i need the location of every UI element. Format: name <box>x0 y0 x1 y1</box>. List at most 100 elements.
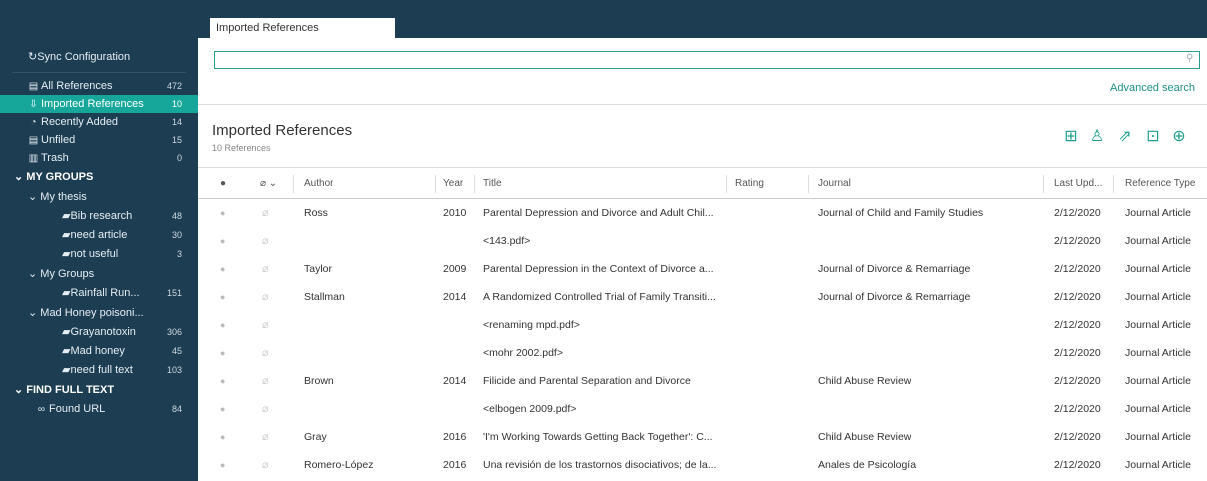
references-table: ● ⌀ ⌄ Author Year Title Rating Journal L… <box>198 169 1207 481</box>
title-cell: <mohr 2002.pdf> <box>483 347 563 359</box>
read-status-icon[interactable]: ● <box>220 339 225 367</box>
table-row[interactable]: ● ⌀ Stallman 2014 A Randomized Controlle… <box>198 283 1207 311</box>
journal-cell: Journal of Divorce & Remarriage <box>818 263 971 275</box>
title-cell: Parental Depression in the Context of Di… <box>483 263 714 275</box>
updated-cell: 2/12/2020 <box>1054 291 1101 303</box>
type-cell: Journal Article <box>1125 459 1191 471</box>
title-cell: 'I'm Working Towards Getting Back Togeth… <box>483 431 713 443</box>
table-row[interactable]: ● ⌀ Gray 2016 'I'm Working Towards Getti… <box>198 423 1207 451</box>
subgroup-mad-honey[interactable]: ▰Mad honey 45 <box>0 342 198 361</box>
title-header[interactable]: Title <box>483 169 502 199</box>
journal-cell: Child Abuse Review <box>818 431 912 443</box>
attachment-header-icon[interactable]: ⌀ ⌄ <box>260 169 277 199</box>
journal-header[interactable]: Journal <box>818 169 851 199</box>
read-status-icon[interactable]: ● <box>220 395 225 423</box>
file-icon: ▤ <box>28 81 39 92</box>
subgroup-grayanotoxin[interactable]: ▰Grayanotoxin 306 <box>0 323 198 342</box>
type-cell: Journal Article <box>1125 347 1191 359</box>
read-status-icon[interactable]: ● <box>220 423 225 451</box>
title-cell: <renaming mpd.pdf> <box>483 319 580 331</box>
reference-type-header[interactable]: Reference Type <box>1125 169 1195 199</box>
library-title: Imported References <box>212 122 353 139</box>
subgroup-need-full-text[interactable]: ▰need full text 103 <box>0 361 198 380</box>
attachment-icon: ⌀ <box>262 207 269 219</box>
search-icon[interactable]: ⚲ <box>1186 53 1193 64</box>
column-separator <box>474 175 475 193</box>
sidebar-item-recently-added[interactable]: ◔ Recently Added 14 <box>0 113 198 131</box>
table-row[interactable]: ● ⌀ <143.pdf> 2/12/2020 Journal Article <box>198 227 1207 255</box>
sidebar-item-trash[interactable]: ▥ Trash 0 <box>0 149 198 167</box>
table-row[interactable]: ● ⌀ <renaming mpd.pdf> 2/12/2020 Journal… <box>198 311 1207 339</box>
sidebar-item-found-url[interactable]: ∞ Found URL 84 <box>0 400 198 418</box>
search-input[interactable] <box>214 51 1200 69</box>
sidebar-item-unfiled[interactable]: ▤ Unfiled 15 <box>0 131 198 149</box>
updated-cell: 2/12/2020 <box>1054 319 1101 331</box>
type-cell: Journal Article <box>1125 235 1191 247</box>
table-row[interactable]: ● ⌀ Brown 2014 Filicide and Parental Sep… <box>198 367 1207 395</box>
sidebar-item-imported-references[interactable]: ⇩ Imported References 10 <box>0 95 198 113</box>
find-pdf-icon[interactable]: ⊡ <box>1142 126 1164 148</box>
column-separator <box>808 175 809 193</box>
subgroup-not-useful[interactable]: ▰not useful 3 <box>0 245 198 264</box>
tab-imported-references[interactable]: Imported References <box>210 18 395 38</box>
read-status-icon[interactable]: ● <box>220 199 225 227</box>
read-status-icon[interactable]: ● <box>220 255 225 283</box>
title-cell: Filicide and Parental Separation and Div… <box>483 375 691 387</box>
type-cell: Journal Article <box>1125 263 1191 275</box>
year-cell: 2009 <box>443 263 467 275</box>
read-status-icon[interactable]: ● <box>220 311 225 339</box>
year-header[interactable]: Year <box>443 169 463 199</box>
read-status-icon[interactable]: ● <box>220 227 225 255</box>
chevron-down-icon: ⌄ <box>28 268 41 280</box>
add-reference-icon[interactable]: ⊞ <box>1060 126 1082 148</box>
year-cell: 2010 <box>443 207 467 219</box>
updated-cell: 2/12/2020 <box>1054 207 1101 219</box>
rating-header[interactable]: Rating <box>735 169 764 199</box>
find-full-text-header[interactable]: ⌄ FIND FULL TEXT <box>0 380 198 400</box>
type-cell: Journal Article <box>1125 291 1191 303</box>
table-row[interactable]: ● ⌀ <elbogen 2009.pdf> 2/12/2020 Journal… <box>198 395 1207 423</box>
column-separator <box>726 175 727 193</box>
attachment-icon: ⌀ <box>262 347 269 359</box>
last-updated-header[interactable]: Last Upd... <box>1054 169 1102 199</box>
author-cell: Stallman <box>304 291 345 303</box>
clock-icon: ◔ <box>30 117 37 128</box>
read-status-header-icon[interactable]: ● <box>220 169 226 199</box>
group-mad-honey[interactable]: ⌄ Mad Honey poisoni... <box>0 303 198 323</box>
author-cell: Romero-López <box>304 459 374 471</box>
table-row[interactable]: ● ⌀ Taylor 2009 Parental Depression in t… <box>198 255 1207 283</box>
my-groups-header[interactable]: ⌄ MY GROUPS <box>0 167 198 187</box>
sync-configuration[interactable]: ↻Sync Configuration <box>0 46 198 68</box>
divider <box>12 72 186 73</box>
subgroup-rainfall[interactable]: ▰Rainfall Run... 151 <box>0 284 198 303</box>
sidebar-item-all-references[interactable]: ▤ All References 472 <box>0 77 198 95</box>
table-row[interactable]: ● ⌀ Romero-López 2016 Una revisión de lo… <box>198 451 1207 479</box>
group-my-groups[interactable]: ⌄ My Groups <box>0 264 198 284</box>
type-cell: Journal Article <box>1125 207 1191 219</box>
author-cell: Gray <box>304 431 327 443</box>
subgroup-need-article[interactable]: ▰need article 30 <box>0 226 198 245</box>
author-cell: Taylor <box>304 263 333 275</box>
web-icon[interactable]: ⊕ <box>1168 126 1190 148</box>
attachment-icon: ⌀ <box>262 403 269 415</box>
author-header[interactable]: Author <box>304 169 333 199</box>
import-icon: ⇩ <box>29 99 38 110</box>
subgroup-bib-research[interactable]: ▰Bib research 48 <box>0 207 198 226</box>
type-cell: Journal Article <box>1125 319 1191 331</box>
advanced-search-link[interactable]: Advanced search <box>1110 82 1195 94</box>
table-row[interactable]: ● ⌀ <mohr 2002.pdf> 2/12/2020 Journal Ar… <box>198 339 1207 367</box>
read-status-icon[interactable]: ● <box>220 283 225 311</box>
column-separator <box>293 175 294 193</box>
share-user-icon[interactable]: ♙ <box>1086 126 1108 148</box>
title-cell: A Randomized Controlled Trial of Family … <box>483 291 716 303</box>
updated-cell: 2/12/2020 <box>1054 459 1101 471</box>
table-row[interactable]: ● ⌀ Ross 2010 Parental Depression and Di… <box>198 199 1207 227</box>
title-cell: <143.pdf> <box>483 235 531 247</box>
library-header: Imported References 10 References ⊞ ♙ ⇗ … <box>198 106 1207 168</box>
title-cell: Una revisión de los trastornos disociati… <box>483 459 717 471</box>
read-status-icon[interactable]: ● <box>220 367 225 395</box>
export-icon[interactable]: ⇗ <box>1114 126 1136 148</box>
group-my-thesis[interactable]: ⌄ My thesis <box>0 187 198 207</box>
read-status-icon[interactable]: ● <box>220 451 225 479</box>
title-cell: Parental Depression and Divorce and Adul… <box>483 207 714 219</box>
